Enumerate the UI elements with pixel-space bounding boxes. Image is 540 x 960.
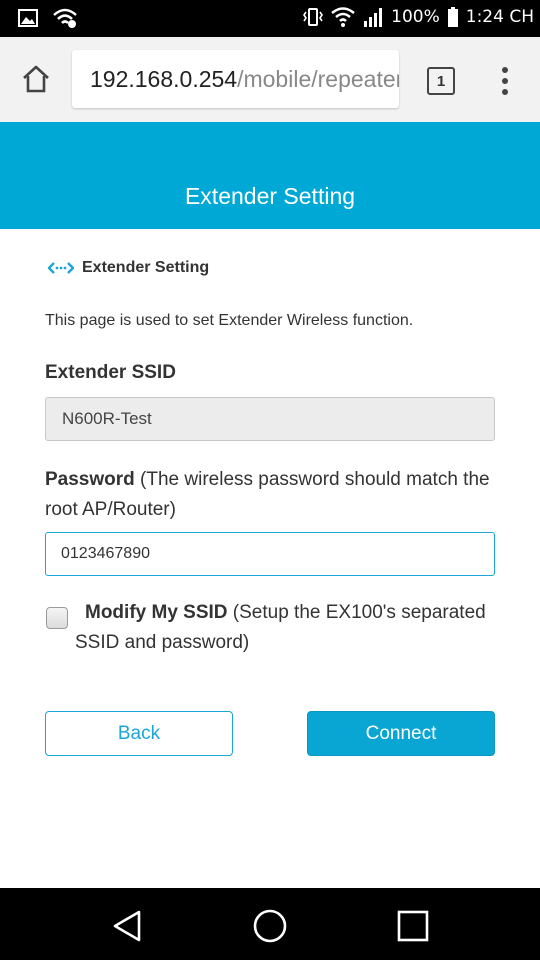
menu-dot-icon xyxy=(502,78,508,84)
recents-nav-button[interactable] xyxy=(393,906,433,946)
page-description: This page is used to set Extender Wirele… xyxy=(45,312,414,329)
back-button[interactable]: Back xyxy=(45,711,233,756)
menu-dot-icon xyxy=(502,67,508,73)
connect-button[interactable]: Connect xyxy=(307,711,495,756)
recents-square-icon xyxy=(397,910,429,942)
home-nav-button[interactable] xyxy=(250,906,290,946)
section-heading: Extender Setting xyxy=(82,259,210,276)
wifi-calling-icon xyxy=(52,8,78,28)
menu-dot-icon xyxy=(502,89,508,95)
tab-count: 1 xyxy=(436,72,446,90)
battery-icon xyxy=(447,7,459,27)
signal-icon xyxy=(362,7,384,27)
password-label: Password (The wireless password should m… xyxy=(45,465,495,525)
back-nav-button[interactable] xyxy=(107,906,147,946)
home-circle-icon xyxy=(253,909,287,943)
password-label-title: Password xyxy=(45,469,135,490)
tab-switcher-button[interactable]: 1 xyxy=(427,67,455,95)
system-navigation-bar xyxy=(0,888,540,960)
modify-ssid-checkbox[interactable] xyxy=(46,607,68,629)
page-title: Extender Setting xyxy=(184,183,356,209)
section-header: Extender Setting xyxy=(48,259,209,277)
overflow-menu-button[interactable] xyxy=(495,65,515,97)
url-path: /mobile/repeater xyxy=(237,66,399,92)
vibrate-icon xyxy=(302,7,324,27)
back-triangle-icon xyxy=(113,910,141,942)
ssid-field[interactable] xyxy=(45,397,495,441)
browser-toolbar: 192.168.0.254/mobile/repeater 1 xyxy=(0,37,540,122)
page-banner: Extender Setting xyxy=(0,122,540,229)
battery-percent: 100% xyxy=(391,7,440,27)
clock: 1:24 CH xyxy=(465,7,534,27)
modify-ssid-title: Modify My SSID xyxy=(85,602,228,623)
home-button[interactable] xyxy=(18,61,54,97)
wifi-icon xyxy=(331,7,355,27)
home-icon xyxy=(23,65,49,93)
gallery-icon xyxy=(18,9,38,27)
status-bar: 100% 1:24 CH xyxy=(0,0,540,37)
extender-arrows-icon xyxy=(48,262,74,274)
password-field[interactable] xyxy=(45,532,495,576)
modify-ssid-label: Modify My SSID (Setup the EX100's separa… xyxy=(75,598,495,658)
url-host: 192.168.0.254 xyxy=(90,66,238,92)
address-bar[interactable]: 192.168.0.254/mobile/repeater xyxy=(72,50,399,108)
ssid-label: Extender SSID xyxy=(45,362,176,383)
